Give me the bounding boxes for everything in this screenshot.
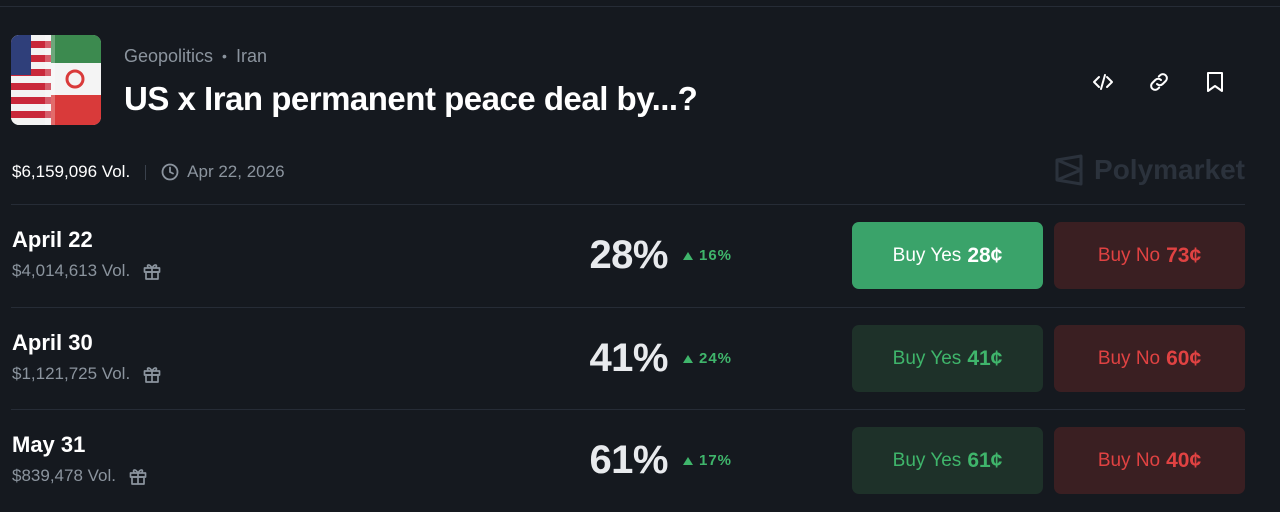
clock-icon	[161, 163, 179, 181]
up-arrow-icon	[683, 251, 693, 260]
code-icon	[1092, 73, 1113, 90]
market-image	[11, 35, 101, 125]
buy-no-price: 73¢	[1166, 243, 1202, 267]
up-arrow-icon	[683, 456, 693, 465]
outcome-change-value: 17%	[699, 452, 733, 469]
buy-no-price: 40¢	[1166, 448, 1202, 472]
outcome-row[interactable]: April 30 $1,121,725 Vol. 41% 24% Buy Yes…	[11, 307, 1245, 410]
end-date: Apr 22, 2026	[161, 162, 285, 182]
embed-button[interactable]	[1087, 66, 1118, 97]
buy-yes-price: 61¢	[967, 448, 1003, 472]
outcome-change-value: 16%	[699, 247, 733, 264]
outcome-volume-line: $4,014,613 Vol.	[12, 261, 162, 281]
buy-no-label: Buy No	[1097, 449, 1161, 471]
gift-icon[interactable]	[128, 466, 148, 486]
meta-divider	[145, 164, 147, 180]
buy-yes-label: Buy Yes	[892, 347, 962, 369]
outcome-row[interactable]: May 31 $839,478 Vol. 61% 17% Buy Yes 61¢ …	[11, 409, 1245, 512]
polymarket-logo-icon	[1055, 154, 1083, 186]
buy-no-button[interactable]: Buy No 40¢	[1054, 427, 1245, 494]
buy-yes-button[interactable]: Buy Yes 28¢	[852, 222, 1043, 289]
outcome-probability: 41%	[589, 336, 668, 380]
outcome-volume: $4,014,613 Vol.	[12, 261, 131, 280]
buy-yes-label: Buy Yes	[892, 244, 962, 266]
buy-no-button[interactable]: Buy No 60¢	[1054, 325, 1245, 392]
outcome-change: 24%	[683, 350, 732, 367]
outcome-volume: $1,121,725 Vol.	[12, 364, 131, 383]
outcome-volume-line: $839,478 Vol.	[12, 466, 148, 486]
gift-icon[interactable]	[142, 364, 162, 384]
outcome-probability: 61%	[589, 438, 668, 482]
outcome-row[interactable]: April 22 $4,014,613 Vol. 28% 16% Buy Yes…	[11, 204, 1245, 307]
up-arrow-icon	[683, 354, 693, 363]
buy-no-button[interactable]: Buy No 73¢	[1054, 222, 1245, 289]
breadcrumb-tag[interactable]: Iran	[236, 46, 267, 66]
buy-no-label: Buy No	[1097, 347, 1161, 369]
top-divider	[0, 6, 1280, 7]
market-title: US x Iran permanent peace deal by...?	[124, 80, 698, 117]
buy-no-price: 60¢	[1166, 346, 1202, 370]
outcome-probability: 28%	[589, 233, 668, 277]
market-meta: $6,159,096 Vol. Apr 22, 2026	[12, 162, 285, 182]
buy-no-label: Buy No	[1097, 244, 1161, 266]
copy-link-button[interactable]	[1143, 66, 1174, 97]
outcome-name: April 22	[12, 227, 93, 252]
breadcrumb-separator: •	[222, 48, 227, 64]
bookmark-icon	[1206, 71, 1223, 92]
brand-watermark: Polymarket	[1054, 154, 1245, 186]
breadcrumb-category[interactable]: Geopolitics	[124, 46, 213, 66]
buy-yes-price: 41¢	[967, 346, 1003, 370]
outcome-change-value: 24%	[699, 350, 733, 367]
outcome-name: April 30	[12, 330, 93, 355]
outcome-volume-line: $1,121,725 Vol.	[12, 364, 162, 384]
bookmark-button[interactable]	[1199, 66, 1230, 97]
buy-yes-button[interactable]: Buy Yes 41¢	[852, 325, 1043, 392]
outcome-name: May 31	[12, 432, 86, 457]
total-volume: $6,159,096 Vol.	[12, 162, 131, 181]
link-icon	[1149, 72, 1168, 91]
market-actions	[1087, 66, 1230, 97]
outcome-change: 16%	[683, 247, 732, 264]
buy-yes-label: Buy Yes	[892, 449, 962, 471]
buy-yes-button[interactable]: Buy Yes 61¢	[852, 427, 1043, 494]
buy-yes-price: 28¢	[967, 243, 1003, 267]
end-date-text: Apr 22, 2026	[187, 162, 285, 181]
outcome-change: 17%	[683, 452, 732, 469]
outcome-volume: $839,478 Vol.	[12, 466, 116, 485]
brand-name: Polymarket	[1094, 154, 1245, 185]
breadcrumb: Geopolitics • Iran	[124, 46, 267, 67]
gift-icon[interactable]	[142, 261, 162, 281]
